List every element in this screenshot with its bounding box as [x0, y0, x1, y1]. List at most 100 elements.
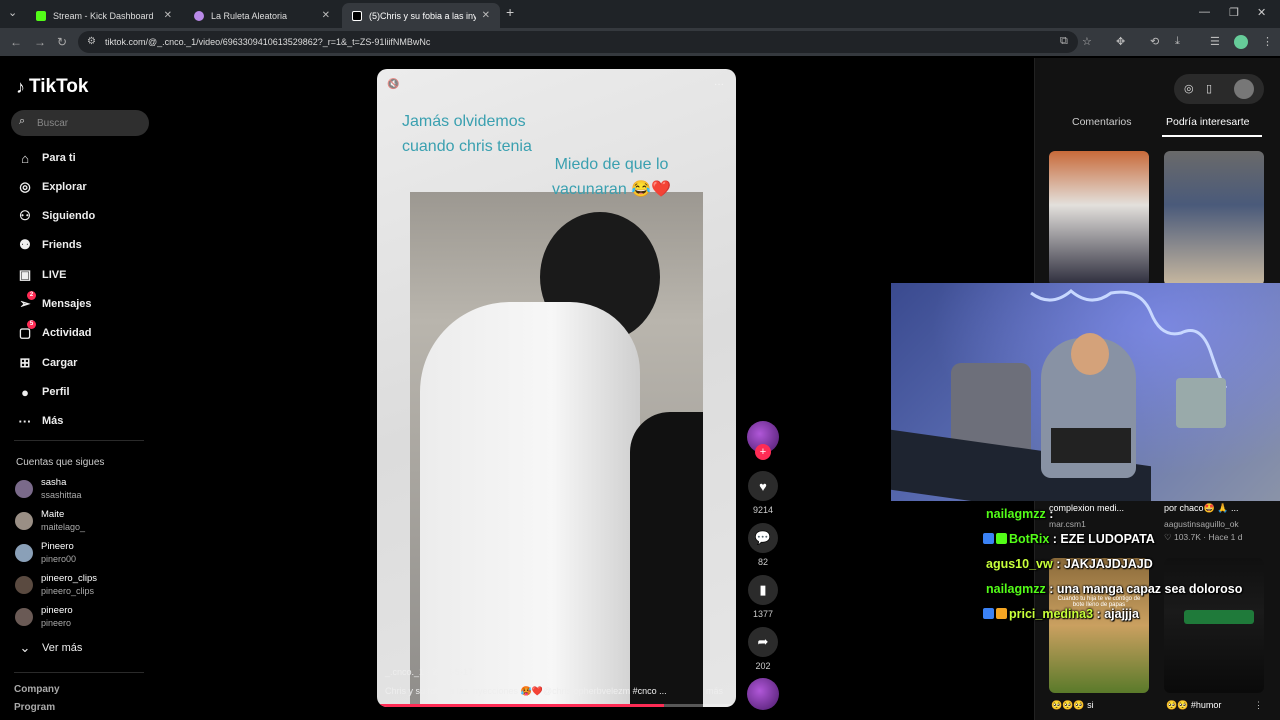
profile-avatar[interactable]: [1234, 35, 1248, 49]
nav-item-para-ti[interactable]: ⌂ Para ti: [16, 148, 76, 168]
nav-item-más[interactable]: ··· Más: [16, 411, 64, 431]
tab-podria-interesarte[interactable]: Podría interesarte: [1166, 116, 1249, 128]
video-more-icon[interactable]: ···: [714, 79, 724, 90]
nav-item-live[interactable]: ▣ LIVE: [16, 265, 67, 285]
explore-icon[interactable]: ◎: [1184, 82, 1194, 95]
chat-text: una manga capaz sea doloroso: [1056, 582, 1243, 596]
avatar: [15, 512, 33, 530]
close-tab-icon[interactable]: ✕: [482, 10, 490, 21]
following-account[interactable]: sasha ssashittaa: [15, 476, 82, 502]
search-input[interactable]: ⌕ Buscar: [11, 110, 149, 136]
install-app-icon[interactable]: ⧉: [1060, 35, 1068, 48]
chat-username: prici_medina3: [1009, 607, 1094, 621]
notification-badge: 5: [27, 320, 36, 329]
chat-badge-icon: [983, 608, 994, 619]
tab-search-icon[interactable]: ⌄: [8, 6, 17, 19]
account-username: ssashittaa: [41, 490, 82, 500]
minimize-icon[interactable]: —: [1199, 6, 1210, 18]
site-info-icon[interactable]: ⚙: [87, 36, 96, 47]
more-options-icon[interactable]: ⋮: [1254, 700, 1263, 711]
nav-item-mensajes[interactable]: ➢ 2 Mensajes: [16, 291, 92, 314]
comment-button[interactable]: 💬 82: [748, 523, 778, 567]
following-account[interactable]: pineero_clips pineero_clips: [15, 572, 97, 598]
following-account[interactable]: pineero pineero: [15, 604, 73, 630]
nav-item-perfil[interactable]: ● Perfil: [16, 382, 69, 402]
follow-plus-icon[interactable]: +: [755, 444, 771, 460]
chat-badge-icon: [983, 533, 994, 544]
tiktok-logo[interactable]: ♪ TikTok: [16, 76, 88, 98]
tab-kick-dashboard[interactable]: Stream - Kick Dashboard ✕: [26, 3, 182, 28]
chat-username: nailagmzz: [986, 507, 1046, 521]
new-tab-icon[interactable]: +: [506, 4, 514, 20]
extensions-icon[interactable]: ✥: [1116, 35, 1125, 48]
video-author-date[interactable]: _.cnco._1 · 2021-5-17: [385, 667, 473, 677]
account-name: pineero: [41, 605, 73, 616]
account-name: Maite: [41, 509, 65, 520]
notification-badge: 2: [27, 291, 36, 300]
close-tab-icon[interactable]: ✕: [322, 10, 330, 21]
home-icon: ⌂: [21, 150, 29, 166]
chat-message: nailagmzz :: [986, 507, 1054, 521]
like-button[interactable]: ♥ 9214: [748, 471, 778, 515]
video-caption-right: Miedo de que lo vacunaran 😂❤️: [552, 156, 672, 198]
sound-avatar[interactable]: [747, 678, 779, 710]
nav-item-cargar[interactable]: ⊞ Cargar: [16, 353, 78, 373]
close-tab-icon[interactable]: ✕: [164, 10, 172, 21]
chat-text: ajajjja: [1104, 607, 1139, 621]
nav-item-actividad[interactable]: ▢ 5 Actividad: [16, 320, 92, 343]
description-more-link[interactable]: más: [706, 686, 723, 696]
nav-item-siguiendo[interactable]: ⚇ Siguiendo: [16, 206, 95, 226]
following-account[interactable]: Pineero pinero00: [15, 540, 76, 566]
download-icon[interactable]: ⤓: [1175, 35, 1180, 48]
account-username: pineero_clips: [41, 586, 95, 596]
suggested-video-thumb[interactable]: [1164, 151, 1264, 286]
device-icon[interactable]: ▯: [1206, 82, 1212, 95]
footer-program-link[interactable]: Program: [14, 702, 55, 713]
volume-icon[interactable]: 🔇: [387, 79, 399, 90]
close-window-icon[interactable]: ✕: [1257, 6, 1266, 19]
url-input[interactable]: ⚙ tiktok.com/@_.cnco._1/video/6963309410…: [78, 31, 1078, 53]
reading-list-icon[interactable]: ☰: [1210, 35, 1220, 48]
tab-ruleta[interactable]: La Ruleta Aleatoria ✕: [184, 3, 340, 28]
user-avatar[interactable]: [1234, 79, 1254, 99]
restore-icon[interactable]: ❐: [1229, 6, 1239, 19]
browser-menu-icon[interactable]: ⋮: [1262, 35, 1273, 48]
suggested-video-thumb[interactable]: [1049, 151, 1149, 286]
tab-tiktok-video[interactable]: (5)Chris y su fobia a las inyeccio ✕: [342, 3, 500, 28]
back-icon[interactable]: ←: [10, 35, 22, 49]
suggested-stats: ♡ 103.7K · Hace 1 d: [1164, 532, 1243, 542]
avatar: [15, 480, 33, 498]
save-button[interactable]: ▮ 1377: [748, 575, 778, 619]
compass-icon: ◎: [19, 179, 31, 194]
reload-icon[interactable]: ↻: [57, 35, 67, 49]
suggested-video-thumb[interactable]: Cuando tu hija te ve contigo de bote lle…: [1049, 558, 1149, 693]
footer-company-link[interactable]: Company: [14, 684, 60, 695]
suggested-caption: 🥺🥺🥺 si: [1051, 700, 1094, 710]
address-bar-row: ← → ↻ ⚙ tiktok.com/@_.cnco._1/video/6963…: [0, 28, 1280, 56]
tiktok-note-icon: ♪: [16, 76, 25, 97]
heart-icon: ♥: [748, 471, 778, 501]
share-icon: ➦: [748, 627, 778, 657]
tab-comentarios[interactable]: Comentarios: [1072, 116, 1132, 128]
share-button[interactable]: ➦ 202: [748, 627, 778, 671]
suggested-author: mar.csm1: [1049, 519, 1086, 529]
nav-item-explorar[interactable]: ◎ Explorar: [16, 177, 86, 197]
video-player[interactable]: 🔇 ··· Jamás olvidemos cuando chris tenia…: [377, 69, 736, 707]
nav-item-friends[interactable]: ⚉ Friends: [16, 235, 82, 255]
bookmark-star-icon[interactable]: ☆: [1082, 35, 1092, 48]
bookmark-icon: ▮: [748, 575, 778, 605]
chat-badge-icon: [996, 533, 1007, 544]
account-name: sasha: [41, 477, 67, 488]
suggested-video-thumb[interactable]: [1164, 558, 1264, 693]
avatar: [15, 608, 33, 626]
history-icon[interactable]: ⟲: [1150, 35, 1159, 48]
following-account[interactable]: Maite maitelago_: [15, 508, 85, 534]
video-progress-bar[interactable]: [377, 704, 736, 707]
account-username: pinero00: [41, 554, 77, 564]
friends-icon: ⚉: [19, 237, 31, 252]
see-more-link[interactable]: ⌄ Ver más: [16, 638, 83, 658]
following-icon: ⚇: [19, 208, 31, 223]
profile-icon: ●: [21, 384, 29, 400]
tiktok-favicon-icon: [352, 10, 362, 21]
forward-icon[interactable]: →: [34, 35, 46, 49]
